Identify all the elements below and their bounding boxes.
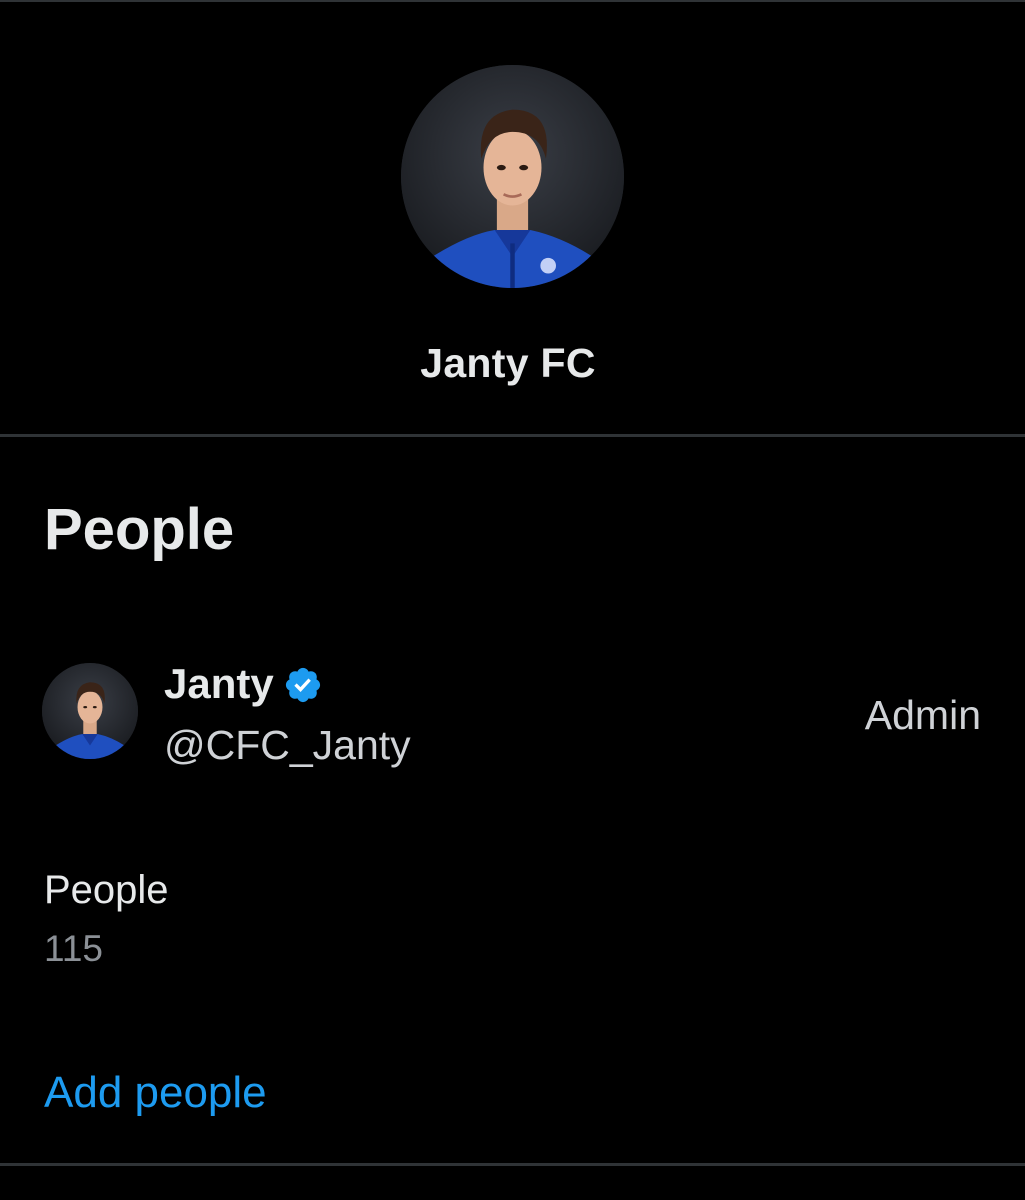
member-avatar-image <box>42 663 138 759</box>
people-count-value: 115 <box>44 928 103 969</box>
group-name: Janty FC <box>420 340 596 386</box>
group-header: Janty FC <box>0 0 1025 436</box>
people-count-label: People <box>44 868 169 912</box>
member-role: Admin <box>864 692 981 738</box>
section-title: People <box>44 497 235 562</box>
member-name: Janty <box>164 660 274 707</box>
bottom-divider <box>0 1163 1025 1166</box>
member-name-line: Janty <box>164 660 323 708</box>
group-avatar-image <box>401 65 624 288</box>
verified-badge-icon <box>283 665 323 705</box>
member-handle: @CFC_Janty <box>164 722 411 768</box>
member-avatar[interactable] <box>42 663 138 759</box>
group-avatar[interactable] <box>401 65 624 288</box>
member-row[interactable]: Janty @CFC_Janty Admin <box>0 650 1025 780</box>
add-people-button[interactable]: Add people <box>44 1068 267 1118</box>
section-divider <box>0 434 1025 437</box>
